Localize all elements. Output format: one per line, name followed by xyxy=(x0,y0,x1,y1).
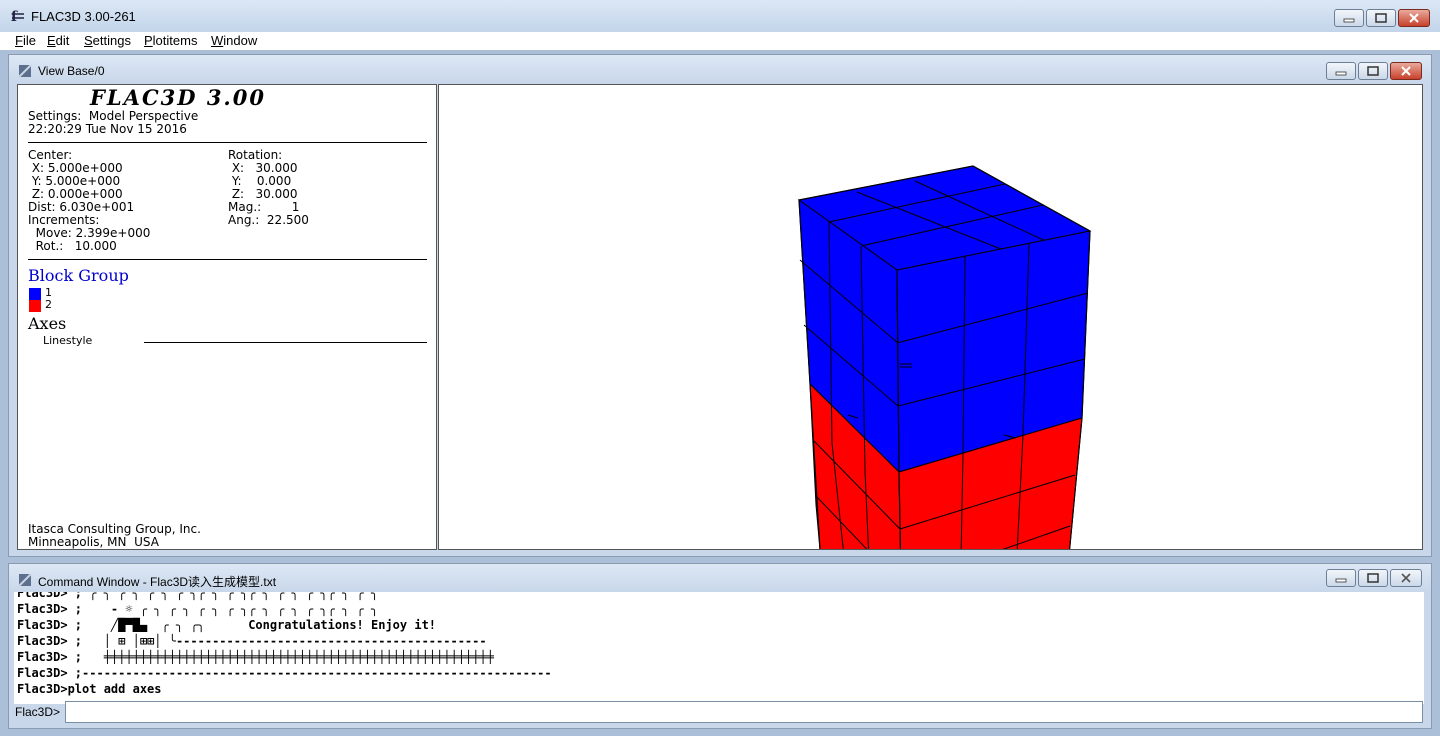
model-viewport[interactable] xyxy=(438,84,1423,550)
rotation-z: Z: 30.000 xyxy=(228,187,298,201)
flac3d-app-icon: f xyxy=(11,9,24,24)
rotation-y: Y: 0.000 xyxy=(228,174,292,188)
view-window-title-bar[interactable]: View Base/0 xyxy=(9,55,1431,83)
block-model xyxy=(797,165,1092,549)
center-y: Y: 5.000e+000 xyxy=(28,174,121,188)
app-title: FLAC3D 3.00-261 xyxy=(31,9,136,24)
group-2-swatch xyxy=(29,300,41,312)
command-maximize-button[interactable] xyxy=(1358,569,1388,587)
menu-file[interactable]: File xyxy=(15,32,36,49)
maximize-button[interactable] xyxy=(1366,9,1396,27)
svg-text:f: f xyxy=(11,9,18,24)
legend-panel: FLAC3D 3.00 Settings: Model Perspective … xyxy=(17,84,437,550)
output-line: Flac3D> ; │ ⊞ │⊞⊞│ ╰--------------------… xyxy=(17,634,487,648)
divider xyxy=(28,142,427,143)
center-label: Center: xyxy=(28,148,73,162)
menu-edit[interactable]: Edit xyxy=(47,32,69,49)
app-title-bar: f FLAC3D 3.00-261 xyxy=(0,0,1440,32)
close-icon xyxy=(1401,573,1411,583)
center-z: Z: 0.000e+000 xyxy=(28,187,123,201)
command-minimize-button[interactable] xyxy=(1326,569,1356,587)
group-2-label: 2 xyxy=(45,298,52,311)
close-icon xyxy=(1401,66,1411,76)
menu-window[interactable]: Window xyxy=(211,32,257,49)
move-text: Move: 2.399e+000 xyxy=(28,226,151,240)
increments-label: Increments: xyxy=(28,213,100,227)
command-input[interactable] xyxy=(65,701,1423,723)
menu-plotitems[interactable]: Plotitems xyxy=(144,32,197,49)
command-window-title-bar[interactable]: Command Window - Flac3D读入生成模型.txt xyxy=(9,564,1431,592)
close-button[interactable] xyxy=(1398,9,1430,27)
output-line: Flac3D> ; ╭ ╮ ╭ ╮ ╭ ╮ ╭ ╮╭ ╮ ╭ ╮╭ ╮ ╭ ╮ … xyxy=(17,592,379,600)
view-window-title: View Base/0 xyxy=(38,64,105,78)
divider xyxy=(28,259,427,260)
linestyle-sample xyxy=(144,342,427,343)
mag-text: Mag.: 1 xyxy=(228,200,300,214)
minimize-icon xyxy=(1335,578,1347,583)
command-output[interactable]: Flac3D> ; ╭ ╮ ╭ ╮ ╭ ╮ ╭ ╮╭ ╮ ╭ ╮╭ ╮ ╭ ╮ … xyxy=(14,592,1424,704)
group-1-swatch xyxy=(29,288,41,300)
minimize-icon xyxy=(1343,18,1355,23)
command-window-title: Command Window - Flac3D读入生成模型.txt xyxy=(38,575,277,589)
rot-text: Rot.: 10.000 xyxy=(28,239,117,253)
minimize-button[interactable] xyxy=(1334,9,1364,27)
minimize-icon xyxy=(1335,71,1347,76)
view-maximize-button[interactable] xyxy=(1358,62,1388,80)
datetime-text: 22:20:29 Tue Nov 15 2016 xyxy=(28,122,187,136)
view-close-button[interactable] xyxy=(1390,62,1422,80)
output-line: Flac3D> ; - ☼ ╭ ╮ ╭ ╮ ╭ ╮ ╭ ╮╭ ╮ ╭ ╮ ╭ ╮… xyxy=(17,602,379,616)
restore-icon xyxy=(1367,66,1379,76)
menu-bar: File Edit Settings Plotitems Window xyxy=(0,32,1440,50)
restore-icon xyxy=(1367,573,1379,583)
window-icon xyxy=(18,573,32,587)
view-window: View Base/0 FLAC3D 3.00 Settings: Model … xyxy=(8,54,1432,557)
view-minimize-button[interactable] xyxy=(1326,62,1356,80)
plot-header: FLAC3D 3.00 xyxy=(90,85,266,110)
axes-title: Axes xyxy=(28,314,67,333)
rotation-label: Rotation: xyxy=(228,148,283,162)
ang-text: Ang.: 22.500 xyxy=(228,213,309,227)
command-close-button[interactable] xyxy=(1390,569,1422,587)
output-line: Flac3D> ;-------------------------------… xyxy=(17,666,552,680)
output-line: Flac3D> ; ╪╪╪╪╪╪╪╪╪╪╪╪╪╪╪╪╪╪╪╪╪╪╪╪╪╪╪╪╪╪… xyxy=(17,650,494,664)
mdi-workspace: View Base/0 FLAC3D 3.00 Settings: Model … xyxy=(0,51,1440,736)
command-prompt: Flac3D> xyxy=(15,705,61,719)
output-line: Flac3D> ; ╱█▀█▄ ╭ ╮ ╭╮ Congratulations! … xyxy=(17,618,437,632)
rotation-x: X: 30.000 xyxy=(228,161,298,175)
footer-company: Itasca Consulting Group, Inc. xyxy=(28,522,201,536)
restore-icon xyxy=(1375,13,1387,23)
close-icon xyxy=(1409,13,1419,23)
center-x: X: 5.000e+000 xyxy=(28,161,123,175)
footer-location: Minneapolis, MN USA xyxy=(28,535,159,549)
linestyle-label: Linestyle xyxy=(43,334,93,347)
settings-text: Settings: Model Perspective xyxy=(28,109,199,123)
window-icon xyxy=(18,64,32,78)
output-line: Flac3D>plot add axes xyxy=(17,682,162,696)
block-group-title: Block Group xyxy=(28,266,129,285)
menu-settings[interactable]: Settings xyxy=(84,32,131,49)
command-window: Command Window - Flac3D读入生成模型.txt Flac3D… xyxy=(8,563,1432,729)
dist-text: Dist: 6.030e+001 xyxy=(28,200,135,214)
